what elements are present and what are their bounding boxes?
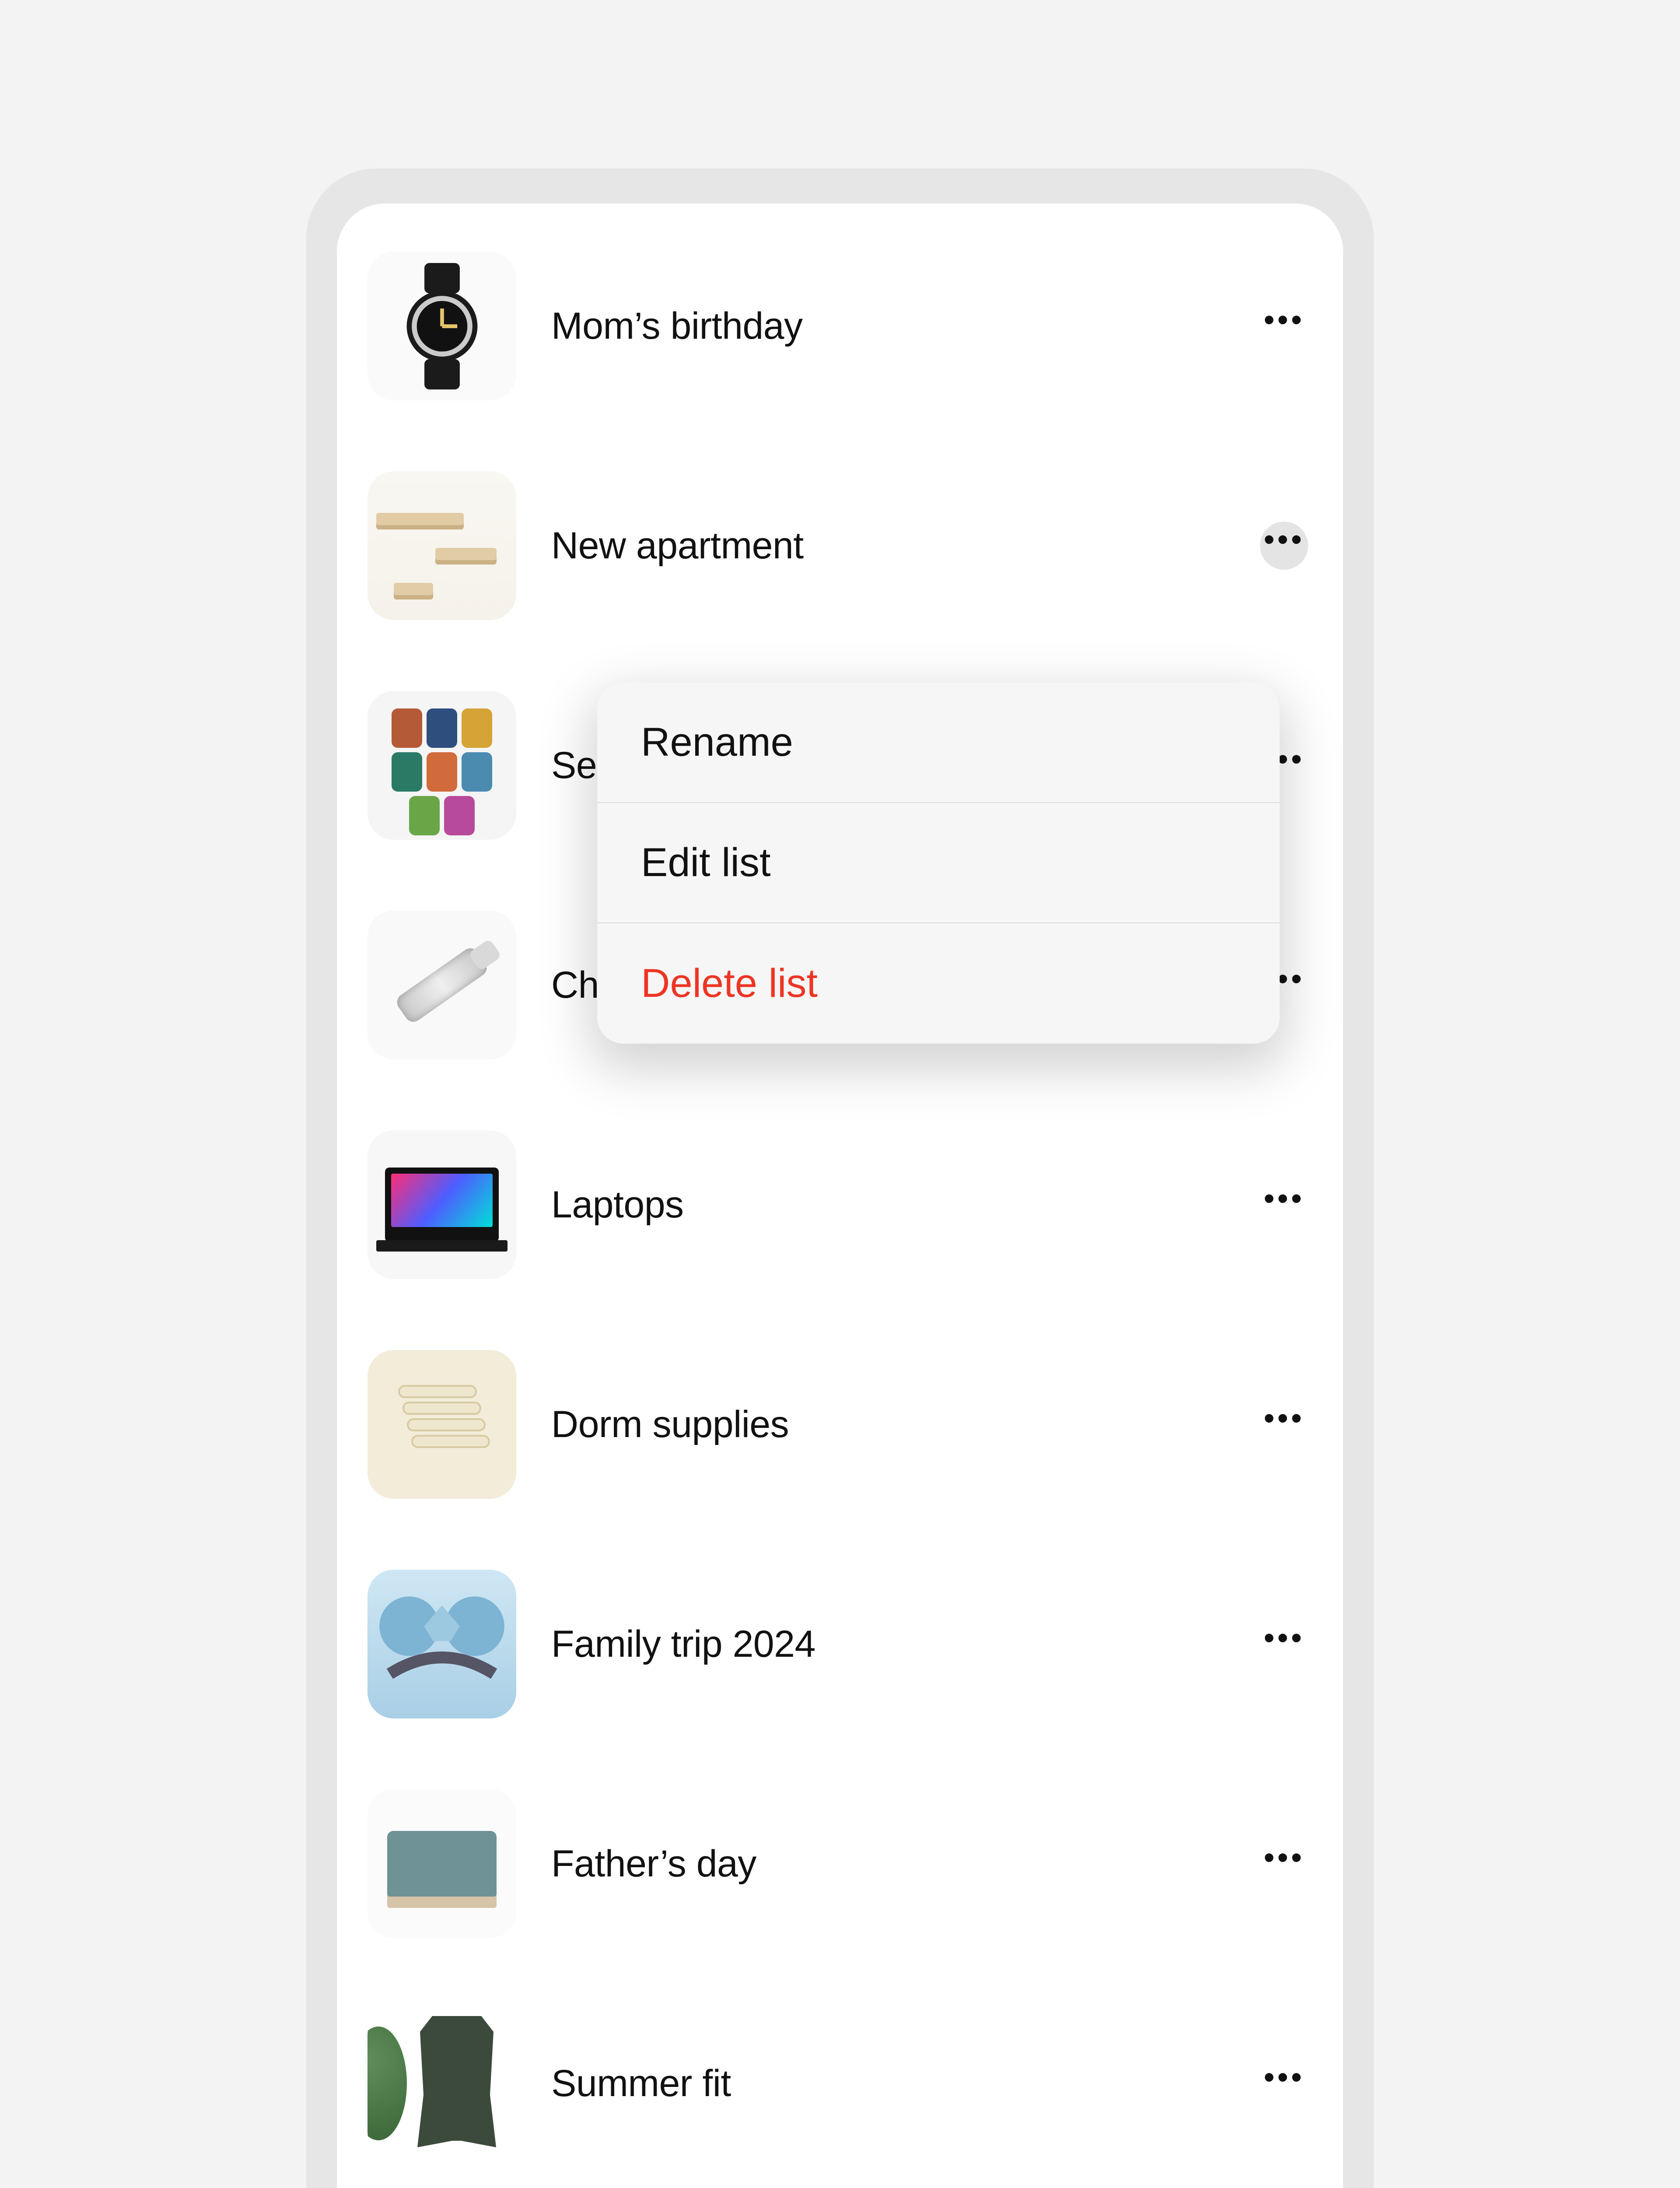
more-button[interactable]: ••• (1260, 522, 1308, 570)
list-row[interactable]: New apartment ••• (368, 471, 1308, 620)
more-button[interactable]: ••• (1260, 1620, 1308, 1668)
list-row[interactable]: Summer fit ••• (368, 2009, 1308, 2158)
list-label: Mom’s birthday (551, 305, 1225, 348)
lists-container: Mom’s birthday ••• New apartment ••• (337, 203, 1343, 2188)
menu-item-delete[interactable]: Delete list (597, 923, 1280, 1044)
thumbnail-bags-icon (368, 691, 516, 840)
list-label: Family trip 2024 (551, 1623, 1225, 1666)
thumbnail-clothing-icon (368, 2009, 516, 2158)
thumbnail-ears-icon (368, 1570, 516, 1718)
list-row[interactable]: Mom’s birthday ••• (368, 252, 1308, 400)
more-button[interactable]: ••• (1260, 1181, 1308, 1229)
list-label: Dorm supplies (551, 1403, 1225, 1446)
list-label: New apartment (551, 524, 1225, 568)
list-row[interactable]: Family trip 2024 ••• (368, 1570, 1308, 1718)
more-button[interactable]: ••• (1260, 1840, 1308, 1888)
thumbnail-shelves-icon (368, 471, 516, 620)
thumbnail-mixer-icon (368, 911, 516, 1059)
thumbnail-watch-icon (368, 252, 516, 400)
menu-item-edit[interactable]: Edit list (597, 803, 1280, 923)
thumbnail-turntable-icon (368, 1789, 516, 1938)
more-button[interactable]: ••• (1260, 1400, 1308, 1448)
list-row[interactable]: Laptops ••• (368, 1130, 1308, 1279)
device-bezel: Mom’s birthday ••• New apartment ••• (306, 168, 1374, 2188)
more-button[interactable]: ••• (1260, 2059, 1308, 2107)
list-row[interactable]: Dorm supplies ••• (368, 1350, 1308, 1499)
list-row[interactable]: Father’s day ••• (368, 1789, 1308, 1938)
menu-item-rename[interactable]: Rename (597, 683, 1280, 803)
list-label: Laptops (551, 1183, 1225, 1227)
thumbnail-laptop-icon (368, 1130, 516, 1279)
phone-screen: Mom’s birthday ••• New apartment ••• (337, 203, 1343, 2188)
more-button[interactable]: ••• (1260, 302, 1308, 350)
context-menu: Rename Edit list Delete list (597, 683, 1280, 1044)
list-label: Summer fit (551, 2062, 1225, 2105)
thumbnail-hangers-icon (368, 1350, 516, 1499)
list-label: Father’s day (551, 1842, 1225, 1886)
